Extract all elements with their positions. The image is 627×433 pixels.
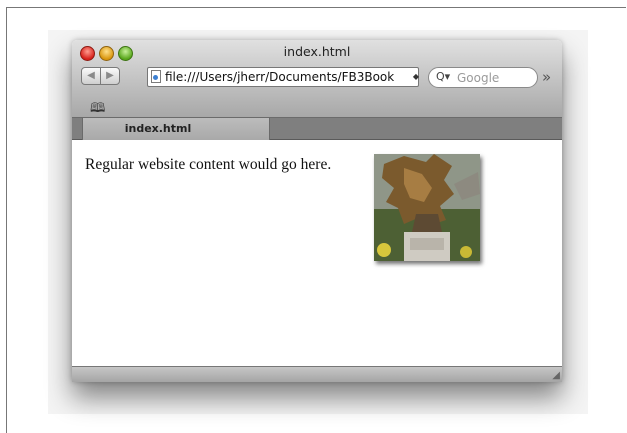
tab-bar: index.html bbox=[72, 118, 562, 140]
search-placeholder: Google bbox=[457, 71, 500, 85]
address-bar[interactable]: file:///Users/jherr/Documents/FB3Book bbox=[147, 67, 419, 87]
search-field[interactable]: Q▾ Google bbox=[428, 67, 538, 88]
status-bar: ◢ bbox=[72, 366, 562, 382]
search-icon[interactable]: Q▾ bbox=[436, 70, 450, 83]
toolbar-overflow-icon[interactable]: » bbox=[542, 68, 551, 86]
content-text: Regular website content would go here. bbox=[85, 156, 332, 173]
back-button[interactable]: ◀ bbox=[81, 67, 101, 85]
forward-button[interactable]: ▶ bbox=[100, 67, 120, 85]
statue-photo-graphic bbox=[374, 154, 480, 261]
address-value: file:///Users/jherr/Documents/FB3Book bbox=[165, 70, 395, 84]
back-arrow-icon: ◀ bbox=[87, 70, 95, 81]
tab-index-html[interactable]: index.html bbox=[82, 118, 270, 140]
statue-photo bbox=[374, 154, 480, 261]
address-stepper-icon[interactable]: ◆ bbox=[411, 67, 421, 87]
tab-label: index.html bbox=[124, 122, 192, 135]
titlebar: index.html ◀ ▶ file:///Users/jherr/Docum… bbox=[72, 40, 562, 118]
resize-grip-icon[interactable]: ◢ bbox=[552, 370, 560, 381]
window-title: index.html bbox=[283, 44, 351, 59]
forward-arrow-icon: ▶ bbox=[106, 70, 114, 81]
browser-window: index.html ◀ ▶ file:///Users/jherr/Docum… bbox=[72, 40, 562, 382]
page-icon bbox=[151, 70, 161, 83]
page-content: Regular website content would go here. bbox=[72, 140, 562, 366]
